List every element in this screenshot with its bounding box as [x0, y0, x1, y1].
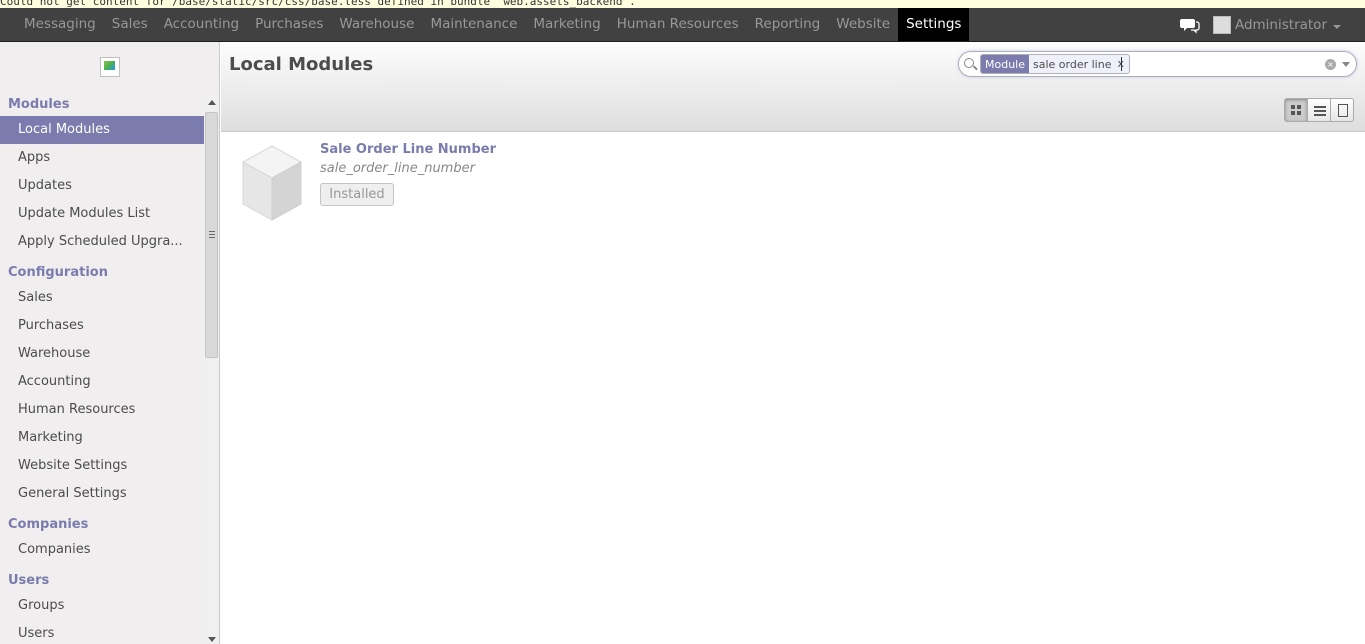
sidebar-item-groups[interactable]: Groups	[0, 592, 204, 620]
module-name[interactable]: Sale Order Line Number	[320, 142, 496, 157]
sidebar-item-config-general-settings[interactable]: General Settings	[0, 480, 204, 508]
sidebar-item-config-purchases[interactable]: Purchases	[0, 312, 204, 340]
list-icon	[1314, 106, 1326, 116]
list-view-button[interactable]	[1307, 98, 1331, 122]
top-menu-settings[interactable]: Settings	[898, 8, 970, 41]
sidebar: Modules Local Modules Apps Updates Updat…	[0, 42, 220, 644]
facet-value: sale order line	[1033, 58, 1112, 71]
search-facet[interactable]: Module sale order line x	[980, 54, 1130, 74]
avatar	[1212, 16, 1231, 34]
sidebar-item-config-sales[interactable]: Sales	[0, 284, 204, 312]
search-icon	[964, 58, 974, 68]
top-menu-sales[interactable]: Sales	[104, 8, 156, 42]
top-menu-marketing[interactable]: Marketing	[525, 8, 608, 42]
top-menu-purchases[interactable]: Purchases	[247, 8, 331, 42]
top-menu-website[interactable]: Website	[828, 8, 898, 42]
sidebar-item-apps[interactable]: Apps	[0, 144, 204, 172]
grid-icon	[1291, 105, 1302, 116]
sidebar-section-users: Users	[8, 573, 50, 588]
sidebar-section-modules: Modules	[8, 97, 70, 112]
sidebar-section-companies: Companies	[8, 517, 89, 532]
form-icon	[1338, 104, 1348, 117]
sidebar-item-config-marketing[interactable]: Marketing	[0, 424, 204, 452]
sidebar-item-config-accounting[interactable]: Accounting	[0, 368, 204, 396]
facet-category: Module	[981, 55, 1029, 73]
sidebar-item-users[interactable]: Users	[0, 620, 204, 644]
module-technical-name: sale_order_line_number	[320, 161, 475, 176]
installed-button[interactable]: Installed	[320, 183, 394, 206]
module-cube-icon	[241, 145, 303, 221]
scroll-up-arrow-icon[interactable]	[208, 100, 216, 105]
company-logo[interactable]	[100, 57, 120, 77]
view-switcher	[1284, 98, 1354, 122]
main-content: Local Modules Module sale order line x ×…	[221, 42, 1365, 644]
module-card[interactable]: Sale Order Line Number sale_order_line_n…	[241, 142, 641, 224]
search-options-toggle-icon[interactable]	[1342, 62, 1350, 67]
sidebar-item-config-warehouse[interactable]: Warehouse	[0, 340, 204, 368]
asset-error-bar: Could not get content for /base/static/s…	[0, 0, 1365, 8]
top-menu: Messaging Sales Accounting Purchases War…	[16, 8, 970, 42]
sidebar-item-update-modules-list[interactable]: Update Modules List	[0, 200, 204, 228]
top-navbar: Messaging Sales Accounting Purchases War…	[0, 8, 1365, 42]
sidebar-section-configuration: Configuration	[8, 265, 108, 280]
sidebar-item-updates[interactable]: Updates	[0, 172, 204, 200]
clear-search-icon[interactable]: ×	[1325, 59, 1336, 70]
sidebar-item-apply-scheduled-upgrades[interactable]: Apply Scheduled Upgra...	[0, 228, 204, 256]
top-menu-human-resources[interactable]: Human Resources	[609, 8, 747, 42]
chevron-down-icon	[1333, 24, 1341, 29]
sidebar-scrollbar[interactable]	[204, 94, 219, 644]
sidebar-item-local-modules[interactable]: Local Modules	[0, 116, 204, 144]
sidebar-item-config-human-resources[interactable]: Human Resources	[0, 396, 204, 424]
user-name: Administrator	[1234, 17, 1327, 33]
scroll-down-arrow-icon[interactable]	[208, 637, 216, 642]
top-menu-accounting[interactable]: Accounting	[156, 8, 247, 42]
grip-icon	[209, 231, 215, 238]
sidebar-item-companies[interactable]: Companies	[0, 536, 204, 564]
search-input[interactable]	[1121, 57, 1122, 71]
scrollbar-thumb[interactable]	[205, 112, 218, 358]
control-panel: Local Modules Module sale order line x ×	[221, 42, 1365, 132]
sidebar-menu: Modules Local Modules Apps Updates Updat…	[0, 94, 204, 644]
search-box[interactable]: Module sale order line x ×	[958, 51, 1357, 77]
top-right-area: Administrator	[1179, 8, 1365, 42]
page-title: Local Modules	[229, 54, 374, 75]
form-view-button[interactable]	[1330, 98, 1354, 122]
user-menu[interactable]: Administrator	[1212, 16, 1341, 34]
chat-bubbles-icon[interactable]	[1179, 15, 1201, 35]
top-menu-reporting[interactable]: Reporting	[747, 8, 829, 42]
kanban-view-button[interactable]	[1284, 98, 1308, 122]
facet-remove-button[interactable]: x	[1115, 55, 1129, 73]
top-menu-messaging[interactable]: Messaging	[16, 8, 104, 42]
top-menu-maintenance[interactable]: Maintenance	[422, 8, 525, 42]
top-menu-warehouse[interactable]: Warehouse	[331, 8, 422, 42]
sidebar-item-config-website-settings[interactable]: Website Settings	[0, 452, 204, 480]
